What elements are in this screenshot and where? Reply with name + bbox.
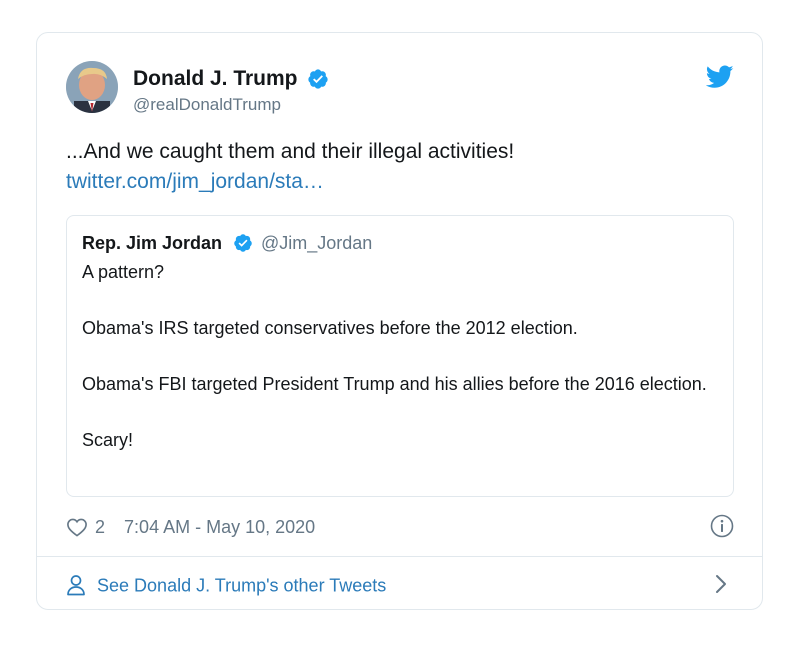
author-info: Donald J. Trump @realDonaldTrump (133, 67, 329, 115)
chevron-right-icon (716, 575, 726, 593)
tweet-link[interactable]: twitter.com/jim_jordan/sta… (66, 167, 734, 197)
quoted-tweet[interactable]: Rep. Jim Jordan @Jim_Jordan A pattern? O… (66, 215, 734, 497)
tweet-timestamp[interactable]: 7:04 AM - May 10, 2020 (124, 517, 315, 537)
info-icon[interactable] (710, 514, 734, 538)
footer-divider (37, 556, 762, 557)
author-handle[interactable]: @realDonaldTrump (133, 95, 329, 115)
tweet-text-block: ...And we caught them and their illegal … (66, 137, 734, 197)
person-icon (67, 575, 85, 596)
verified-badge-icon (233, 234, 252, 252)
author-avatar[interactable] (66, 61, 118, 113)
quoted-author-name: Rep. Jim Jordan (82, 233, 223, 253)
see-other-tweets-label: See Donald J. Trump's other Tweets (97, 575, 387, 596)
heart-icon[interactable] (66, 517, 88, 537)
see-other-tweets-link[interactable]: See Donald J. Trump's other Tweets (66, 570, 734, 598)
quoted-tweet-header: Rep. Jim Jordan @Jim_Jordan (82, 230, 718, 256)
tweet-text: ...And we caught them and their illegal … (66, 140, 515, 163)
embedded-tweet-card: Donald J. Trump @realDonaldTrump ...And … (36, 32, 763, 610)
quoted-author-handle: @Jim_Jordan (260, 233, 373, 253)
verified-badge-icon (308, 69, 328, 89)
tweet-header: Donald J. Trump @realDonaldTrump (66, 61, 734, 121)
like-count[interactable]: 2 (95, 517, 105, 537)
tweet-meta: 2 7:04 AM - May 10, 2020 (66, 513, 734, 539)
quoted-tweet-body: A pattern? Obama's IRS targeted conserva… (82, 262, 707, 450)
author-name[interactable]: Donald J. Trump (133, 67, 298, 91)
avatar-image (66, 61, 118, 113)
twitter-bird-icon[interactable] (706, 65, 734, 89)
